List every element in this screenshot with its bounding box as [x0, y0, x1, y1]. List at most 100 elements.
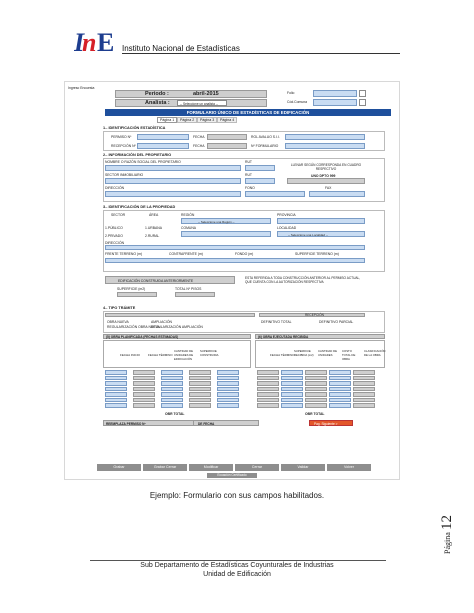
table-cell[interactable] — [305, 370, 327, 375]
pisos-input[interactable] — [175, 292, 215, 297]
table-cell[interactable] — [105, 370, 127, 375]
provincia-select[interactable] — [277, 218, 365, 224]
table-cell[interactable] — [305, 403, 327, 408]
publico-option[interactable]: 1.PÚBLICO — [105, 226, 123, 230]
table-cell[interactable] — [281, 386, 303, 391]
table-cell[interactable] — [281, 392, 303, 397]
validar-button[interactable]: Validar — [281, 464, 325, 471]
comuna-select[interactable] — [181, 231, 271, 237]
table-cell[interactable] — [133, 403, 155, 408]
table-cell[interactable] — [281, 397, 303, 402]
table-cell[interactable] — [133, 386, 155, 391]
table-cell[interactable] — [161, 386, 183, 391]
fecha-input[interactable] — [207, 134, 247, 140]
table-cell[interactable] — [161, 403, 183, 408]
table-cell[interactable] — [353, 381, 375, 386]
table-cell[interactable] — [161, 375, 183, 380]
medidas-inputs[interactable] — [105, 258, 365, 263]
table-cell[interactable] — [105, 386, 127, 391]
tab-4[interactable]: Página 4 — [217, 117, 238, 123]
table-cell[interactable] — [305, 375, 327, 380]
tab-3[interactable]: Página 3 — [197, 117, 218, 123]
sector-inmob-input[interactable] — [105, 178, 241, 184]
table-cell[interactable] — [189, 370, 211, 375]
table-cell[interactable] — [189, 375, 211, 380]
table-cell[interactable] — [105, 375, 127, 380]
table-cell[interactable] — [281, 403, 303, 408]
table-cell[interactable] — [257, 392, 279, 397]
certificado-button[interactable]: Ecuación Certificado — [207, 473, 257, 478]
table-cell[interactable] — [353, 403, 375, 408]
table-cell[interactable] — [329, 375, 351, 380]
table-cell[interactable] — [133, 392, 155, 397]
table-cell[interactable] — [217, 386, 239, 391]
table-cell[interactable] — [105, 397, 127, 402]
table-cell[interactable] — [257, 375, 279, 380]
tab-1[interactable]: Página 1 — [157, 117, 178, 123]
table-cell[interactable] — [133, 375, 155, 380]
permiso-input[interactable] — [137, 134, 189, 140]
comuna-input[interactable] — [313, 99, 357, 106]
table-cell[interactable] — [257, 381, 279, 386]
tab-2[interactable]: Página 2 — [177, 117, 198, 123]
table-cell[interactable] — [217, 381, 239, 386]
table-cell[interactable] — [353, 392, 375, 397]
analista-select[interactable]: -- Seleccione un analista -- — [177, 100, 227, 106]
table-cell[interactable] — [161, 381, 183, 386]
pag-siguiente-button[interactable]: Pag. Siguiente > — [309, 420, 353, 426]
folio-input[interactable] — [313, 90, 357, 97]
table-cell[interactable] — [329, 403, 351, 408]
comuna-check[interactable] — [359, 99, 366, 106]
table-cell[interactable] — [353, 370, 375, 375]
rural-option[interactable]: 2.RURAL — [145, 234, 159, 238]
table-cell[interactable] — [189, 397, 211, 402]
table-cell[interactable] — [257, 370, 279, 375]
table-cell[interactable] — [105, 392, 127, 397]
table-cell[interactable] — [329, 392, 351, 397]
privado-option[interactable]: 2.PRIVADO — [105, 234, 123, 238]
superficie-input[interactable] — [117, 292, 157, 297]
direccion-s3-input[interactable] — [105, 245, 365, 250]
urbana-option[interactable]: 1.URBANA — [145, 226, 162, 230]
table-cell[interactable] — [305, 386, 327, 391]
table-cell[interactable] — [189, 392, 211, 397]
table-cell[interactable] — [353, 375, 375, 380]
table-cell[interactable] — [189, 381, 211, 386]
volver-button[interactable]: Volver — [327, 464, 371, 471]
table-cell[interactable] — [133, 370, 155, 375]
recepcion-input[interactable] — [137, 143, 189, 149]
table-cell[interactable] — [329, 386, 351, 391]
table-cell[interactable] — [217, 375, 239, 380]
grabar-button[interactable]: Grabar — [97, 464, 141, 471]
formulario-input[interactable] — [285, 143, 365, 149]
nombre-input[interactable] — [105, 165, 241, 171]
table-cell[interactable] — [105, 381, 127, 386]
fono-input[interactable] — [245, 191, 305, 197]
fecha2-input[interactable] — [207, 143, 247, 149]
table-cell[interactable] — [329, 397, 351, 402]
table-cell[interactable] — [353, 386, 375, 391]
direccion-input[interactable] — [105, 191, 241, 197]
table-cell[interactable] — [281, 375, 303, 380]
region-select[interactable]: -- Seleccione una Región -- — [181, 218, 271, 224]
table-cell[interactable] — [161, 370, 183, 375]
table-cell[interactable] — [257, 397, 279, 402]
s2-code-input[interactable] — [287, 178, 365, 184]
table-cell[interactable] — [217, 403, 239, 408]
table-cell[interactable] — [281, 370, 303, 375]
cerrar-button[interactable]: Cerrar — [235, 464, 279, 471]
table-cell[interactable] — [305, 381, 327, 386]
table-cell[interactable] — [305, 397, 327, 402]
reg-ampliacion-option[interactable]: REGULARIZACIÓN AMPLIACIÓN — [151, 325, 203, 329]
table-cell[interactable] — [133, 381, 155, 386]
grabar-cerrar-button[interactable]: Grabar Cerrar — [143, 464, 187, 471]
modificar-button[interactable]: Modificar — [189, 464, 233, 471]
table-cell[interactable] — [161, 397, 183, 402]
table-cell[interactable] — [189, 403, 211, 408]
table-cell[interactable] — [305, 392, 327, 397]
rut-input[interactable] — [245, 165, 275, 171]
definitivo-total-option[interactable]: DEFINITIVO TOTAL — [261, 320, 292, 324]
table-cell[interactable] — [217, 397, 239, 402]
table-cell[interactable] — [257, 403, 279, 408]
table-cell[interactable] — [161, 392, 183, 397]
